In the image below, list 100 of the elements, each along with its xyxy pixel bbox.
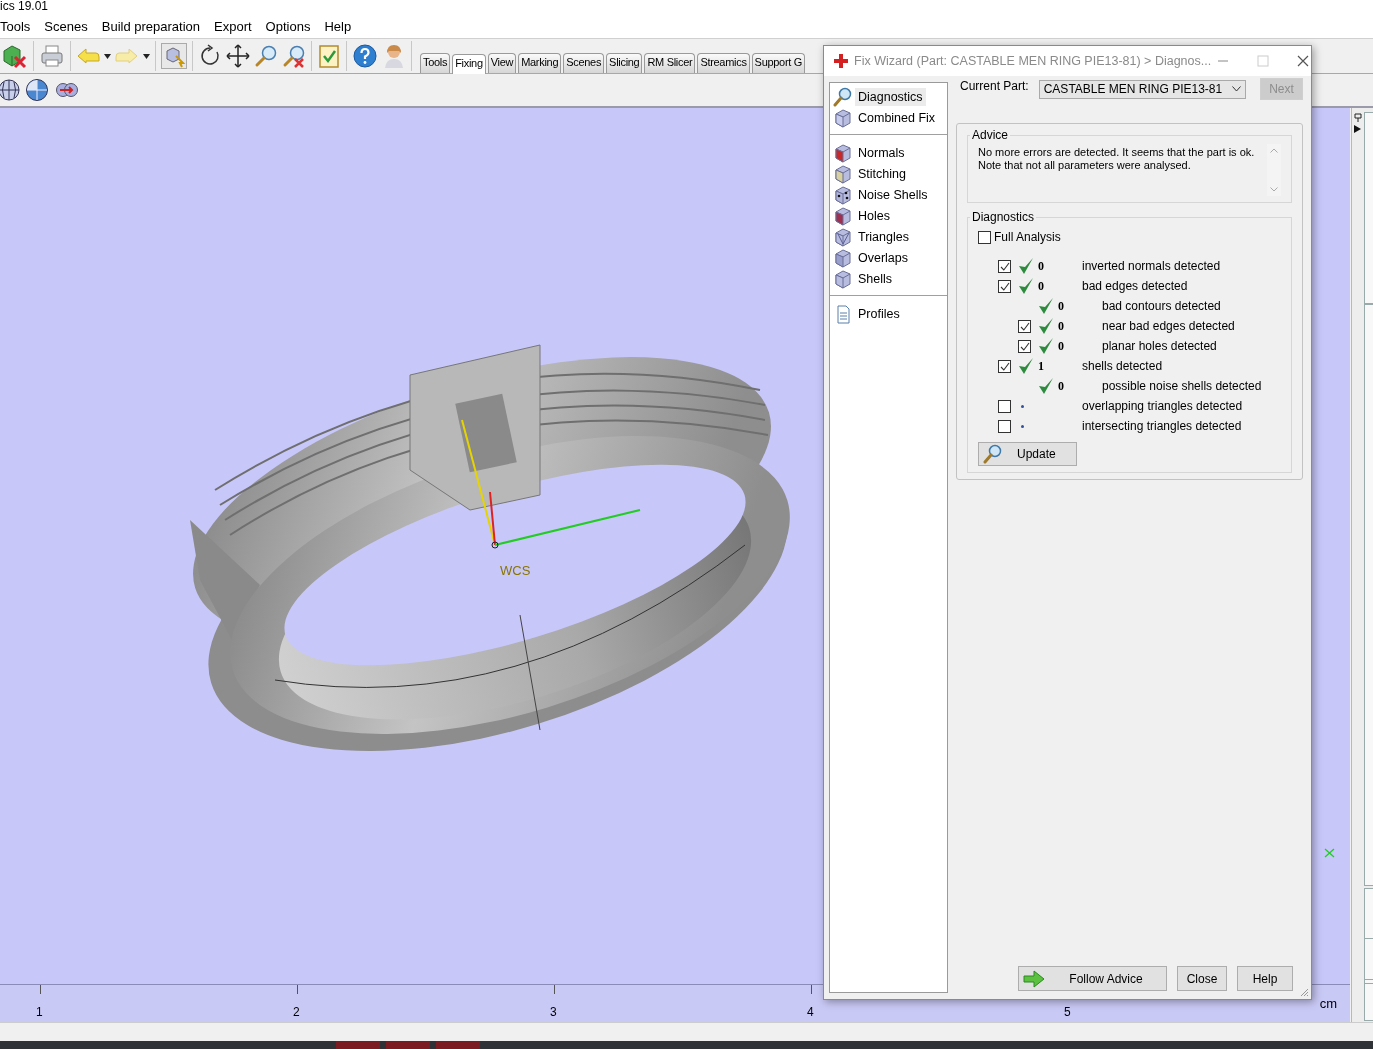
navigation-item[interactable]: Diagnostics xyxy=(855,88,926,106)
resize-grip-icon[interactable] xyxy=(1299,987,1309,997)
scrollbar[interactable] xyxy=(1267,144,1281,196)
tab[interactable]: RM Slicer xyxy=(644,53,696,73)
pin-icon[interactable] xyxy=(1353,112,1363,136)
close-icon[interactable] xyxy=(1297,55,1310,67)
navigation-item[interactable]: Combined Fix xyxy=(855,109,939,127)
diagnostic-label: shells detected xyxy=(1082,359,1163,373)
tab[interactable]: Slicing xyxy=(606,53,643,73)
ruler-label: 3 xyxy=(550,1005,557,1020)
count-value: 0 xyxy=(1038,258,1044,273)
navigation-item[interactable]: Normals xyxy=(855,144,908,162)
checkbox[interactable] xyxy=(998,419,1011,433)
diagnostic-label: near bad edges detected xyxy=(1102,319,1235,333)
advice-text: No more errors are detected. It seems that the part is ok. Note that not all parameters were analysed. xyxy=(978,146,1256,173)
menu-item[interactable]: Tools xyxy=(0,18,38,34)
globe-icon[interactable] xyxy=(25,78,49,102)
checkbox[interactable] xyxy=(978,230,991,244)
tab[interactable]: Marking xyxy=(518,53,562,73)
tab[interactable]: Tools xyxy=(420,53,451,73)
group-title: Advice xyxy=(971,128,1010,142)
count-value: 0 xyxy=(1038,278,1044,293)
person-icon[interactable] xyxy=(382,43,406,69)
menu-item[interactable]: Help xyxy=(317,18,359,34)
navigation-item[interactable]: Shells xyxy=(855,270,896,288)
tab[interactable]: Support G xyxy=(751,53,806,73)
count-value: 0 xyxy=(1058,298,1064,313)
dialog-button[interactable]: Follow Advice xyxy=(1018,966,1167,991)
cube-cursor-icon[interactable] xyxy=(161,43,187,69)
ruler-unit: cm xyxy=(1319,996,1337,1012)
caret-icon[interactable] xyxy=(104,53,111,59)
field-label: Current Part: xyxy=(960,79,1029,93)
checkbox[interactable] xyxy=(998,259,1011,273)
rotate-icon[interactable] xyxy=(198,44,222,68)
menu-item[interactable]: Options xyxy=(258,18,318,34)
tick-icon xyxy=(1019,340,1030,352)
arrow-right-icon xyxy=(1022,968,1046,989)
ruler-label: 5 xyxy=(1064,1005,1071,1020)
cube-delete-icon[interactable] xyxy=(0,43,28,69)
help-icon[interactable] xyxy=(352,43,378,69)
checkbox[interactable] xyxy=(1018,319,1031,333)
clipboard-check-icon[interactable] xyxy=(317,43,341,69)
cube-icon xyxy=(833,163,853,185)
checkbox[interactable] xyxy=(1018,339,1031,353)
checkbox[interactable] xyxy=(998,399,1011,413)
globe-icon[interactable] xyxy=(0,78,20,102)
dotted-cube-icon xyxy=(833,184,853,206)
diagnostic-label: intersecting triangles detected xyxy=(1082,419,1242,433)
navigation-item[interactable]: Triangles xyxy=(855,228,912,246)
tab[interactable]: Scenes xyxy=(563,53,605,73)
ruler-label: 4 xyxy=(807,1005,814,1020)
ruler-label: 2 xyxy=(293,1005,300,1020)
diagnostic-label: inverted normals detected xyxy=(1082,259,1221,273)
checkbox[interactable] xyxy=(998,359,1011,373)
navigation-item[interactable]: Profiles xyxy=(855,305,903,323)
tab[interactable]: Fixing xyxy=(452,54,486,74)
navigation-item[interactable]: Overlaps xyxy=(855,249,912,267)
diagnostic-label: possible noise shells detected xyxy=(1102,379,1262,393)
cube-icon xyxy=(833,205,853,227)
navigation-item[interactable]: Stitching xyxy=(855,165,909,183)
dialog-button[interactable]: Close xyxy=(1177,966,1227,991)
link-shape-icon[interactable] xyxy=(54,80,80,100)
cube-icon xyxy=(833,247,853,269)
group-title: Diagnostics xyxy=(971,210,1036,224)
update-button[interactable]: Update xyxy=(978,442,1077,466)
count-value: 0 xyxy=(1058,318,1064,333)
triangle-cube-icon xyxy=(833,226,853,248)
count-value: 1 xyxy=(1038,358,1044,373)
caret-icon[interactable] xyxy=(143,53,150,59)
chevron-up-icon xyxy=(1270,148,1278,153)
app-title: ics 19.01 xyxy=(0,0,49,12)
navigation-item[interactable]: Noise Shells xyxy=(855,186,931,204)
diagnostic-label: bad contours detected xyxy=(1102,299,1221,313)
checkbox[interactable] xyxy=(998,279,1011,293)
chevron-down-icon xyxy=(1232,86,1241,92)
tab[interactable]: Streamics xyxy=(697,53,750,73)
tick-icon xyxy=(1019,320,1030,332)
zoom-cancel-icon[interactable] xyxy=(282,44,306,68)
menu-item[interactable]: Build preparation xyxy=(94,18,208,34)
menu-item[interactable]: Scenes xyxy=(37,18,95,34)
checkbox-label: Full Analysis xyxy=(994,230,1061,244)
zoom-icon[interactable] xyxy=(254,44,278,68)
chevron-down-icon xyxy=(1270,187,1278,192)
cube-icon xyxy=(833,268,853,290)
menu-item[interactable]: Export xyxy=(207,18,259,34)
cube-icon xyxy=(833,107,853,129)
count-value: 0 xyxy=(1058,338,1064,353)
navigation-item[interactable]: Holes xyxy=(855,207,893,225)
axis-label: WCS xyxy=(500,563,531,578)
cube-icon xyxy=(833,142,853,164)
move-icon[interactable] xyxy=(226,44,250,68)
diagnostic-label: planar holes detected xyxy=(1102,339,1217,353)
axis-marker-icon xyxy=(1324,848,1335,858)
tab[interactable]: View xyxy=(487,53,517,73)
tick-icon xyxy=(999,360,1010,372)
ruler-label: 1 xyxy=(36,1005,43,1020)
printer-icon[interactable] xyxy=(39,43,65,69)
part-dropdown[interactable]: CASTABLE MEN RING PIE13-81 xyxy=(1038,79,1246,99)
cross-icon xyxy=(834,54,848,68)
dialog-button[interactable]: Help xyxy=(1237,966,1293,991)
